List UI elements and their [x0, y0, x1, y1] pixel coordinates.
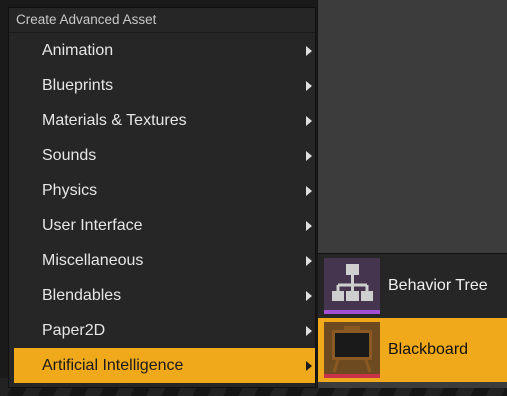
menu-item-label: Physics: [42, 182, 98, 199]
menu-item-paper2d[interactable]: Paper2D: [9, 313, 315, 348]
menu-item-label: Miscellaneous: [42, 252, 144, 269]
submenu-arrow-icon: [306, 255, 312, 266]
submenu-arrow-icon: [306, 150, 312, 161]
submenu-arrow-icon: [306, 325, 312, 336]
submenu-list: Behavior Tree Blackboard: [318, 253, 507, 382]
blackboard-icon: [324, 322, 380, 378]
menu-item-label: Blueprints: [42, 77, 114, 94]
menu-header: Create Advanced Asset: [9, 8, 315, 33]
menu-item-label: Paper2D: [42, 322, 106, 339]
submenu-arrow-icon: [306, 115, 312, 126]
menu-item-user-interface[interactable]: User Interface: [9, 208, 315, 243]
menu-item-label: Blendables: [42, 287, 122, 304]
behavior-tree-icon: [324, 258, 380, 314]
menu-item-label: Artificial Intelligence: [42, 357, 184, 374]
menu-item-blueprints[interactable]: Blueprints: [9, 68, 315, 103]
submenu-arrow-icon: [306, 290, 312, 301]
menu-item-blendables[interactable]: Blendables: [9, 278, 315, 313]
menu-item-physics[interactable]: Physics: [9, 173, 315, 208]
artificial-intelligence-submenu: Behavior Tree Blackboard: [317, 0, 507, 388]
menu-item-sounds[interactable]: Sounds: [9, 138, 315, 173]
create-advanced-asset-menu: Create Advanced Asset Animation Blueprin…: [8, 7, 316, 388]
menu-item-label: Materials & Textures: [42, 112, 187, 129]
submenu-arrow-icon: [306, 185, 312, 196]
menu-item-miscellaneous[interactable]: Miscellaneous: [9, 243, 315, 278]
menu-item-animation[interactable]: Animation: [9, 33, 315, 68]
submenu-item-label: Behavior Tree: [388, 277, 488, 294]
submenu-arrow-icon: [306, 220, 312, 231]
submenu-arrow-icon: [306, 45, 312, 56]
submenu-item-blackboard[interactable]: Blackboard: [318, 318, 507, 382]
menu-item-label: Sounds: [42, 147, 97, 164]
submenu-arrow-icon: [306, 80, 312, 91]
menu-item-label: Animation: [42, 42, 114, 59]
submenu-item-behavior-tree[interactable]: Behavior Tree: [318, 254, 507, 318]
menu-item-artificial-intelligence[interactable]: Artificial Intelligence: [14, 348, 315, 383]
submenu-item-label: Blackboard: [388, 341, 469, 358]
menu-item-label: User Interface: [42, 217, 143, 234]
menu-item-materials-textures[interactable]: Materials & Textures: [9, 103, 315, 138]
submenu-arrow-icon: [306, 360, 312, 371]
